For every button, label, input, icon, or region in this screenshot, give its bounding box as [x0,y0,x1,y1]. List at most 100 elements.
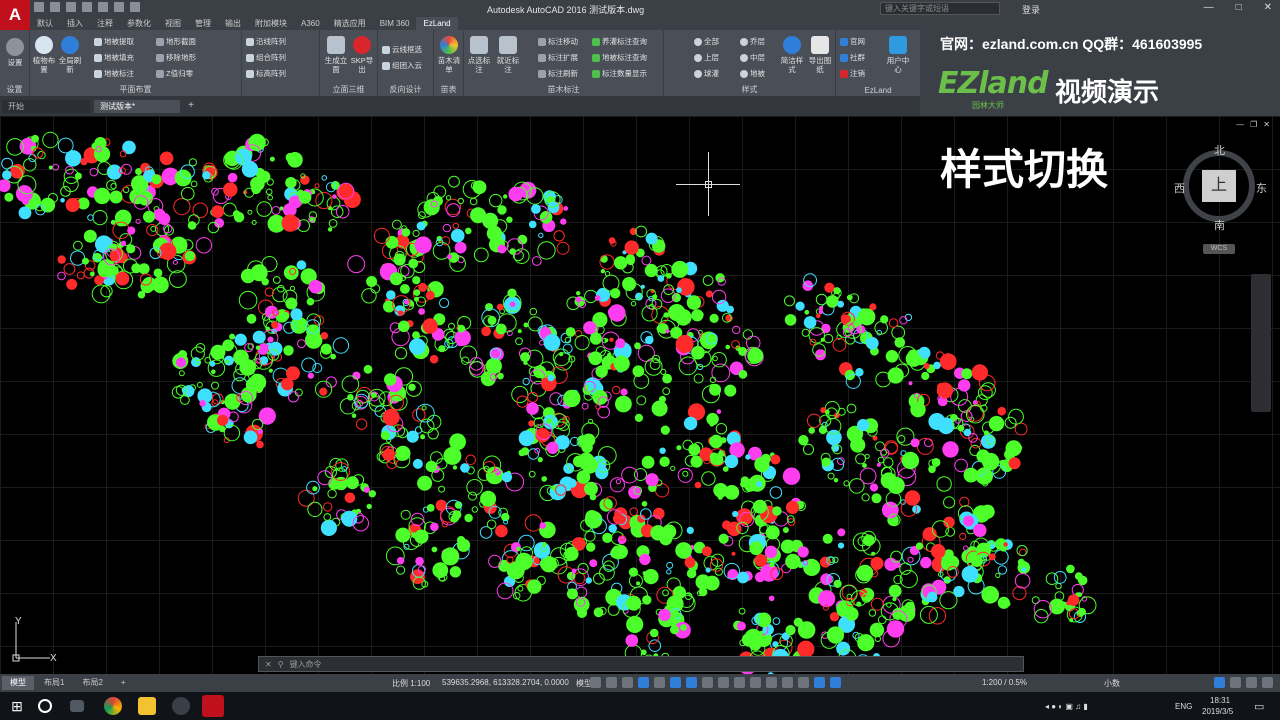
grid-icon[interactable] [590,677,601,688]
ribbon-tab[interactable]: 插入 [60,17,90,30]
plant-symbol[interactable] [556,241,570,255]
plant-symbol[interactable] [1014,422,1028,436]
plant-symbol[interactable] [921,371,930,381]
plant-symbol[interactable] [1004,416,1017,429]
plant-symbol[interactable] [802,443,815,455]
plant-symbol[interactable] [621,466,638,484]
plant-symbol[interactable] [531,204,541,214]
plant-symbol[interactable] [425,290,435,300]
plant-symbol[interactable] [575,586,588,599]
plant-symbol[interactable] [832,337,847,352]
plant-symbol[interactable] [866,337,879,350]
tab-layout1[interactable]: 布局1 [36,676,72,690]
plant-symbol[interactable] [280,311,290,321]
plant-symbol[interactable] [897,435,906,443]
plant-symbol[interactable] [907,556,914,563]
plant-symbol[interactable] [856,564,874,582]
plant-symbol[interactable] [600,255,608,263]
compass-west[interactable]: 西 [1174,180,1185,196]
plant-symbol[interactable] [393,253,406,266]
plant-symbol[interactable] [709,452,719,461]
plant-symbol[interactable] [659,532,673,546]
plant-symbol[interactable] [670,465,676,471]
plant-symbol[interactable] [343,190,361,208]
plant-symbol[interactable] [82,257,89,265]
plant-symbol[interactable] [271,321,279,329]
plant-layout-button[interactable]: 植物布置 [32,36,56,74]
cortana-search-icon[interactable] [38,699,52,713]
line-array-button[interactable]: 沿线阵列 [246,36,286,47]
plant-symbol[interactable] [251,220,257,225]
command-input[interactable]: 键入命令 [290,659,322,670]
plant-symbol[interactable] [196,381,203,388]
plant-symbol[interactable] [120,240,127,246]
plant-symbol[interactable] [626,595,642,611]
nearby-annotate-button[interactable]: 就近标注 [496,36,520,74]
close-button[interactable]: ✕ [1264,2,1272,13]
plant-symbol[interactable] [634,413,644,422]
plant-symbol[interactable] [798,435,809,446]
object-snap-icon[interactable] [686,677,697,688]
plant-symbol[interactable] [686,568,697,579]
plant-symbol[interactable] [662,589,669,597]
plant-symbol[interactable] [576,470,591,484]
maximize-button[interactable]: □ [1236,2,1242,13]
style-all-button[interactable]: 全部 [694,36,719,47]
plant-symbol[interactable] [576,607,588,618]
plant-symbol[interactable] [701,471,716,486]
plant-symbol[interactable] [175,357,187,368]
new-file-icon[interactable] [34,2,44,12]
plant-symbol[interactable] [457,538,471,552]
plant-symbol[interactable] [508,186,523,202]
plant-symbol[interactable] [670,625,679,635]
plant-symbol[interactable] [877,456,885,464]
plant-symbol[interactable] [511,385,529,404]
plant-symbol[interactable] [675,542,692,559]
plant-symbol[interactable] [1031,596,1040,605]
plant-symbol[interactable] [1053,571,1067,584]
global-refresh-button[interactable]: 全局刷新 [58,36,82,74]
plant-symbol[interactable] [930,544,946,559]
plant-symbol[interactable] [704,575,720,591]
plant-symbol[interactable] [709,434,723,449]
plant-symbol[interactable] [718,533,729,544]
plant-symbol[interactable] [448,322,455,330]
plant-symbol[interactable] [815,293,828,306]
plant-symbol[interactable] [339,397,357,415]
plant-symbol[interactable] [564,546,579,561]
plant-symbol[interactable] [225,359,229,364]
plant-symbol[interactable] [418,282,428,292]
plant-symbol[interactable] [963,467,979,483]
plant-symbol[interactable] [264,287,274,297]
plant-symbol[interactable] [737,571,749,584]
plant-symbol[interactable] [1078,607,1086,616]
plant-symbol[interactable] [320,343,332,355]
plant-symbol[interactable] [413,289,421,296]
plant-symbol[interactable] [995,572,1001,578]
plant-symbol[interactable] [159,242,177,260]
plant-symbol[interactable] [320,519,337,536]
plant-symbol[interactable] [676,445,682,451]
plant-symbol[interactable] [207,221,220,234]
plant-symbol[interactable] [784,295,795,307]
plant-symbol[interactable] [286,366,300,381]
plant-symbol[interactable] [856,601,862,607]
plant-symbol[interactable] [662,373,672,384]
plant-symbol[interactable] [234,333,247,346]
plant-symbol[interactable] [517,329,522,334]
ground-extract-button[interactable]: 地被提取 [94,36,134,47]
plant-symbol[interactable] [396,565,406,575]
plant-symbol[interactable] [963,515,974,527]
plant-symbol[interactable] [40,197,56,213]
plant-symbol[interactable] [533,542,551,559]
plant-symbol[interactable] [797,546,809,558]
plant-symbol[interactable] [754,572,766,583]
plant-symbol[interactable] [312,363,323,373]
plant-symbol[interactable] [749,541,764,556]
plant-symbol[interactable] [404,299,409,305]
plant-symbol[interactable] [497,372,504,380]
plant-symbol[interactable] [265,188,273,196]
ribbon-tab[interactable]: A360 [294,17,327,30]
plant-symbol[interactable] [243,430,258,445]
windows-start-icon[interactable]: ⊞ [8,697,26,715]
